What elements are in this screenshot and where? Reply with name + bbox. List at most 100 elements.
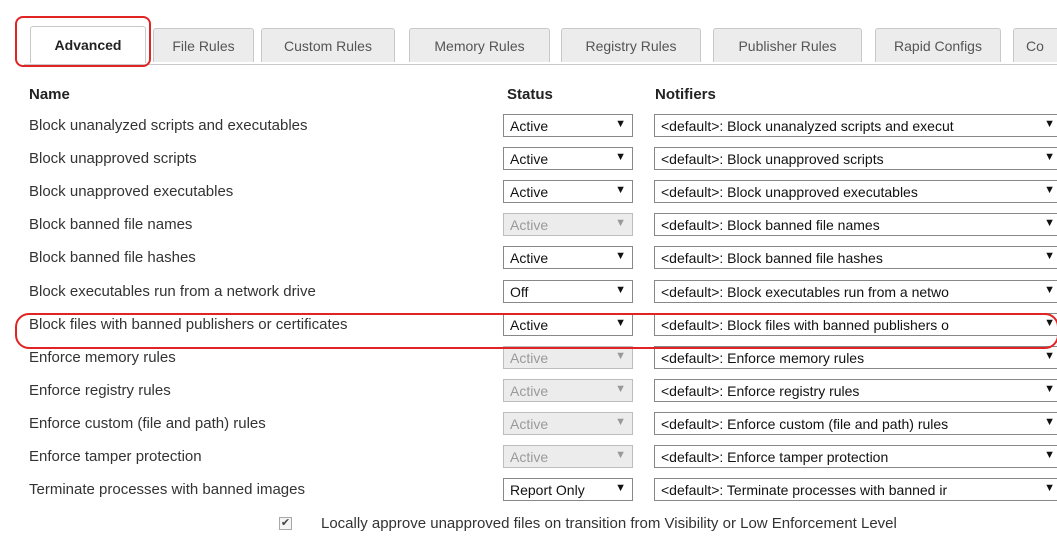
status-select[interactable]: Active ▼ (503, 246, 633, 269)
rule-name: Block executables run from a network dri… (29, 283, 316, 300)
rule-name: Terminate processes with banned images (29, 481, 305, 498)
rule-name: Block unapproved scripts (29, 150, 197, 167)
notifier-select[interactable]: <default>: Enforce memory rules ▼ (654, 346, 1057, 369)
notifier-select[interactable]: <default>: Block unanalyzed scripts and … (654, 114, 1057, 137)
tab-label: Memory Rules (434, 37, 525, 54)
table-row: Enforce registry rules Active ▼ <default>: … (29, 375, 1057, 408)
notifier-select[interactable]: <default>: Block banned file names ▼ (654, 213, 1057, 236)
status-value: Active (510, 416, 549, 432)
tab-file-rules[interactable]: File Rules (153, 28, 254, 62)
chevron-down-icon: ▼ (615, 350, 626, 362)
column-header-status: Status (507, 86, 553, 103)
table-row: Block banned file names Active ▼ <default>:… (29, 209, 1057, 242)
chevron-down-icon: ▼ (615, 416, 626, 428)
chevron-down-icon: ▼ (615, 118, 626, 130)
notifier-value: <default>: Enforce custom (file and path… (661, 416, 949, 432)
chevron-down-icon: ▼ (615, 151, 626, 163)
table-row: Enforce tamper protection Active ▼ <default… (29, 441, 1057, 474)
column-header-notifiers: Notifiers (655, 86, 716, 103)
notifier-select[interactable]: <default>: Block banned file hashes ▼ (654, 246, 1057, 269)
status-value: Active (510, 350, 549, 366)
tab-label: Rapid Configs (894, 37, 982, 54)
status-select[interactable]: Report Only ▼ (503, 478, 633, 501)
tab-registry-rules[interactable]: Registry Rules (561, 28, 701, 62)
tab-label: Registry Rules (585, 37, 677, 54)
status-select: Active ▼ (503, 445, 633, 468)
chevron-down-icon: ▼ (1044, 250, 1055, 262)
table-row: Enforce memory rules Active ▼ <default>: En… (29, 342, 1057, 375)
chevron-down-icon: ▼ (615, 284, 626, 296)
table-row: Block unapproved executables Active ▼ <defa… (29, 176, 1057, 209)
table-row: Block files with banned publishers or ce… (29, 309, 1057, 342)
notifier-select[interactable]: <default>: Enforce registry rules ▼ (654, 379, 1057, 402)
notifier-select[interactable]: <default>: Block unapproved scripts ▼ (654, 147, 1057, 170)
status-select[interactable]: Active ▼ (503, 114, 633, 137)
status-select[interactable]: Active ▼ (503, 180, 633, 203)
status-value: Report Only (510, 482, 585, 498)
rule-name: Block unapproved executables (29, 183, 234, 200)
notifier-select[interactable]: <default>: Block executables run from a … (654, 280, 1057, 303)
chevron-down-icon: ▼ (1044, 284, 1055, 296)
top-cropped-text (0, 0, 1057, 14)
notifier-select[interactable]: <default>: Enforce tamper protection ▼ (654, 445, 1057, 468)
status-select[interactable]: Active ▼ (503, 313, 633, 336)
tab-advanced[interactable]: Advanced (30, 26, 146, 63)
tab-label: Advanced (54, 37, 122, 53)
status-value: Active (510, 317, 549, 333)
tab-custom-rules[interactable]: Custom Rules (261, 28, 395, 62)
chevron-down-icon: ▼ (1044, 118, 1055, 130)
tab-label: File Rules (172, 37, 235, 54)
chevron-down-icon: ▼ (1044, 416, 1055, 428)
notifier-select[interactable]: <default>: Enforce custom (file and path… (654, 412, 1057, 435)
tab-memory-rules[interactable]: Memory Rules (409, 28, 550, 62)
check-icon: ✔ (280, 517, 291, 529)
chevron-down-icon: ▼ (1044, 151, 1055, 163)
status-value: Active (510, 184, 549, 200)
chevron-down-icon: ▼ (1044, 184, 1055, 196)
chevron-down-icon: ▼ (615, 482, 626, 494)
notifier-value: <default>: Terminate processes with bann… (661, 482, 948, 498)
status-select[interactable]: Off ▼ (503, 280, 633, 303)
table-row: Block unanalyzed scripts and executables… (29, 110, 1057, 143)
chevron-down-icon: ▼ (615, 250, 626, 262)
rule-name: Enforce memory rules (29, 349, 176, 366)
rule-name: Enforce tamper protection (29, 448, 202, 465)
notifier-value: <default>: Block unapproved executables (661, 184, 918, 200)
status-value: Active (510, 217, 549, 233)
notifier-value: <default>: Block unanalyzed scripts and … (661, 118, 954, 134)
notifier-value: <default>: Block unapproved scripts (661, 151, 884, 167)
status-value: Active (510, 383, 549, 399)
chevron-down-icon: ▼ (1044, 449, 1055, 461)
notifier-select[interactable]: <default>: Block files with banned publi… (654, 313, 1057, 336)
notifier-select[interactable]: <default>: Block unapproved executables ▼ (654, 180, 1057, 203)
status-select: Active ▼ (503, 379, 633, 402)
tab-label: Custom Rules (284, 37, 372, 54)
status-select: Active ▼ (503, 412, 633, 435)
status-select[interactable]: Active ▼ (503, 147, 633, 170)
chevron-down-icon: ▼ (1044, 383, 1055, 395)
approve-on-transition-checkbox[interactable]: ✔ (279, 517, 292, 530)
chevron-down-icon: ▼ (615, 217, 626, 229)
chevron-down-icon: ▼ (615, 317, 626, 329)
notifier-value: <default>: Block executables run from a … (661, 284, 949, 300)
rule-name: Block banned file names (29, 216, 193, 233)
tab-label: Co (1026, 37, 1044, 54)
table-row: Enforce custom (file and path) rules Acti… (29, 408, 1057, 441)
chevron-down-icon: ▼ (1044, 217, 1055, 229)
approve-on-transition-label: Locally approve unapproved files on tran… (321, 515, 897, 532)
status-select: Active ▼ (503, 346, 633, 369)
notifier-value: <default>: Enforce memory rules (661, 350, 865, 366)
notifier-select[interactable]: <default>: Terminate processes with bann… (654, 478, 1057, 501)
rule-name: Enforce registry rules (29, 382, 171, 399)
tab-rapid-configs[interactable]: Rapid Configs (875, 28, 1001, 62)
notifier-value: <default>: Enforce registry rules (661, 383, 860, 399)
table-row: Block executables run from a network dri… (29, 276, 1057, 309)
status-select: Active ▼ (503, 213, 633, 236)
tab-co-partial[interactable]: Co (1013, 28, 1057, 62)
table-row: Block unapproved scripts Active ▼ <default>… (29, 143, 1057, 176)
notifier-value: <default>: Block banned file names (661, 217, 880, 233)
status-value: Active (510, 118, 549, 134)
chevron-down-icon: ▼ (1044, 350, 1055, 362)
tab-publisher-rules[interactable]: Publisher Rules (713, 28, 862, 62)
chevron-down-icon: ▼ (1044, 482, 1055, 494)
